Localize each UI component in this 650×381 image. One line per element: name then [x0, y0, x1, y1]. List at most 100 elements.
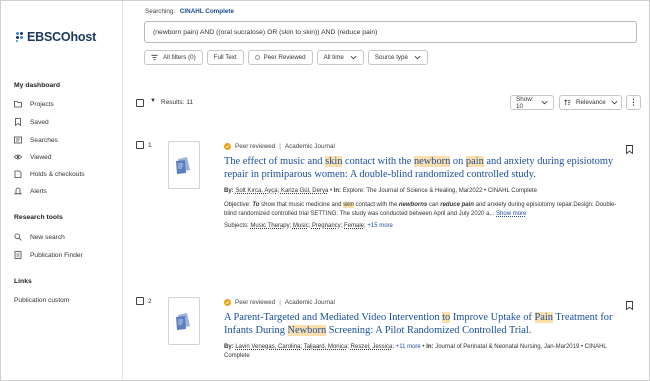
- result-abstract: Objective: To show that music medicine a…: [224, 201, 619, 218]
- result-actions: ⋮: [626, 141, 649, 155]
- searches-icon: [14, 136, 22, 144]
- caret-down-icon[interactable]: ▼: [150, 98, 156, 104]
- subject-link[interactable]: Pregnancy: [312, 223, 341, 229]
- peer-reviewed-icon: [224, 142, 231, 150]
- sidebar-item-new-search[interactable]: New search: [14, 233, 65, 241]
- by-label: By:: [224, 188, 234, 195]
- kebab-icon[interactable]: ⋮: [646, 297, 649, 306]
- author-link[interactable]: Solt Kırca, Ayça: [235, 188, 277, 194]
- all-time-dropdown[interactable]: All time: [316, 50, 364, 65]
- title-text: The effect of music and: [224, 156, 326, 167]
- sidebar-item-label: Alerts: [30, 187, 47, 195]
- result-actions: ⋮: [626, 297, 649, 311]
- title-highlight: skin: [325, 156, 343, 167]
- peer-reviewed-text: Peer reviewed: [235, 298, 276, 306]
- kebab-icon[interactable]: ⋮: [646, 141, 649, 150]
- sidebar-item-projects[interactable]: Projects: [14, 100, 54, 108]
- in-label: In:: [333, 188, 342, 195]
- full-text-button[interactable]: Full Text: [206, 50, 244, 65]
- document-thumbnail[interactable]: [168, 297, 200, 345]
- sidebar-item-label: Searches: [30, 136, 58, 144]
- sidebar-item-publication-custom[interactable]: Publication custom: [14, 297, 69, 304]
- author-link[interactable]: Reszel, Jessica: [351, 344, 393, 350]
- subjects-label: Subjects:: [224, 223, 249, 230]
- source-type-dropdown[interactable]: Source type: [367, 50, 428, 65]
- abstract-highlight: newborns: [398, 201, 428, 208]
- subject-link[interactable]: Music: [293, 223, 309, 229]
- title-text: A Parent-Targeted and Mediated Video Int…: [224, 312, 443, 323]
- show-per-page-dropdown[interactable]: Show: 10: [510, 95, 554, 110]
- journal-article-icon: [175, 155, 193, 175]
- logo-text: EBSCOhost: [27, 30, 97, 44]
- result-title-link[interactable]: The effect of music and skin contact wit…: [224, 155, 619, 181]
- title-highlight: Newborn: [287, 325, 327, 337]
- subject-link[interactable]: Music Therapy: [250, 223, 289, 229]
- sidebar-item-label: Viewed: [30, 153, 52, 161]
- sidebar-item-label: Saved: [30, 118, 49, 126]
- sidebar-item-saved[interactable]: Saved: [14, 118, 49, 126]
- results-count: Results: 11: [161, 99, 194, 106]
- all-filters-label: All filters (0): [163, 54, 196, 61]
- sidebar-item-label: New search: [30, 233, 65, 241]
- result-meta: Peer reviewed | Academic Journal: [224, 297, 619, 307]
- book-icon: [14, 170, 22, 178]
- subject-link[interactable]: Female: [344, 223, 364, 229]
- result-title-link[interactable]: A Parent-Targeted and Mediated Video Int…: [224, 311, 619, 337]
- all-time-label: All time: [323, 54, 344, 61]
- bookmark-icon: [14, 118, 22, 126]
- result-meta: Peer reviewed | Academic Journal: [224, 141, 619, 151]
- title-highlight: pain: [465, 156, 484, 167]
- result-checkbox[interactable]: [136, 141, 144, 149]
- sidebar-item-searches[interactable]: Searches: [14, 136, 58, 144]
- by-label: By:: [224, 344, 234, 351]
- journal-article-icon: [175, 311, 193, 331]
- logo-dots-icon: [16, 32, 26, 42]
- radio-icon: [254, 55, 260, 60]
- publication-type: Academic Journal: [284, 298, 335, 306]
- result-byline: By: Lavin Venegas, Carolina; Taljaard, M…: [224, 344, 607, 359]
- sidebar-item-publication-finder[interactable]: Publication Finder: [14, 251, 83, 259]
- peer-reviewed-button[interactable]: Peer Reviewed: [247, 50, 313, 65]
- result-checkbox[interactable]: [136, 297, 144, 305]
- abstract-text: Objective:: [224, 201, 253, 208]
- meta-separator: |: [279, 298, 281, 306]
- links-heading: Links: [14, 278, 32, 285]
- result-body: Peer reviewed | Academic Journal The eff…: [224, 141, 619, 229]
- author-link[interactable]: Kanza Gül, Derya: [281, 188, 328, 194]
- select-all-checkbox[interactable]: [136, 99, 144, 107]
- abstract-highlight: reduce pain: [440, 201, 474, 208]
- result-number: 2: [148, 297, 152, 305]
- show-per-page-label: Show: 10: [516, 95, 534, 110]
- database-link[interactable]: CINAHL Complete: [180, 8, 234, 15]
- title-text: on: [450, 156, 466, 167]
- abstract-text: can: [427, 201, 441, 208]
- author-link[interactable]: Lavin Venegas, Carolina: [235, 344, 300, 350]
- more-subjects-link[interactable]: +15 more: [367, 223, 393, 229]
- in-label: In:: [426, 344, 434, 351]
- sort-dropdown[interactable]: Relevance: [559, 95, 622, 110]
- ebscohost-logo[interactable]: EBSCOhost: [16, 30, 96, 44]
- all-filters-button[interactable]: All filters (0): [144, 50, 203, 65]
- search-input[interactable]: (newborn pain) AND ((oral sucralose) OR …: [144, 21, 637, 43]
- bookmark-icon[interactable]: [626, 297, 633, 311]
- show-more-link[interactable]: Show more: [496, 211, 526, 217]
- meta-separator: |: [279, 142, 281, 150]
- result-number: 1: [148, 141, 152, 149]
- sidebar-item-label: Holds & checkouts: [30, 170, 85, 178]
- sidebar-item-holds[interactable]: Holds & checkouts: [14, 170, 85, 178]
- chevron-down-icon: [414, 54, 421, 61]
- result-index: 2: [136, 297, 152, 305]
- author-link[interactable]: Taljaard, Monica: [304, 344, 348, 350]
- sidebar-item-viewed[interactable]: Viewed: [14, 153, 52, 161]
- title-highlight: newborn: [413, 156, 451, 167]
- bookmark-icon[interactable]: [626, 141, 633, 155]
- more-options-button[interactable]: ⋮: [626, 95, 641, 110]
- sidebar-item-alerts[interactable]: Alerts: [14, 187, 47, 195]
- peer-reviewed-label: Peer Reviewed: [263, 54, 306, 61]
- document-thumbnail[interactable]: [168, 141, 200, 189]
- abstract-highlight: skin: [343, 201, 354, 208]
- database-text: CINAHL Complete: [487, 188, 537, 195]
- more-authors-link[interactable]: +11 more: [396, 344, 421, 350]
- searching-label: Searching:: [145, 8, 176, 15]
- title-text: Improve Uptake of: [450, 312, 535, 323]
